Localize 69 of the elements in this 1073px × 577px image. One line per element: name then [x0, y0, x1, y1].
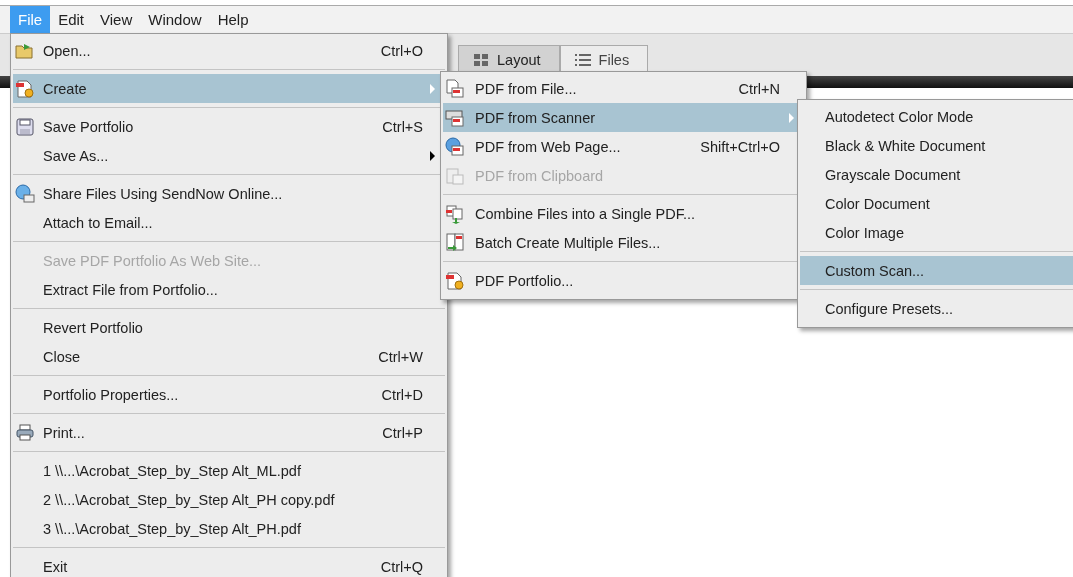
menu-item[interactable]: 2 \\...\Acrobat_Step_by_Step Alt_PH copy.pdf — [13, 485, 445, 514]
menu-item-label: PDF from Scanner — [475, 109, 596, 126]
menu-item-label: Color Image — [825, 224, 904, 241]
menu-item-label: Attach to Email... — [43, 214, 153, 231]
globe-document-icon — [445, 136, 465, 157]
menu-item-label: 1 \\...\Acrobat_Step_by_Step Alt_ML.pdf — [43, 462, 301, 479]
menu-item-label: Revert Portfolio — [43, 319, 143, 336]
shortcut-text: Ctrl+N — [738, 80, 780, 97]
globe-envelope-icon — [15, 183, 35, 204]
shortcut-text: Ctrl+S — [382, 118, 423, 135]
shortcut-text: Ctrl+D — [381, 386, 423, 403]
menu-item-label: Custom Scan... — [825, 262, 925, 279]
shortcut-text: Ctrl+P — [382, 424, 423, 441]
menu-bar-item[interactable]: Help — [209, 6, 257, 33]
menu-item-label: Grayscale Document — [825, 166, 961, 183]
menu-item[interactable]: Print... Ctrl+P — [13, 418, 445, 447]
menu-item-label: Configure Presets... — [825, 300, 954, 317]
document-star-icon — [15, 78, 35, 99]
shortcut-text: Ctrl+W — [378, 348, 423, 365]
document-star-icon — [445, 270, 465, 291]
combine-documents-icon — [445, 203, 465, 224]
menu-item-label: Color Document — [825, 195, 930, 212]
menu-item-label: Create — [43, 80, 87, 97]
menu-item[interactable]: Close Ctrl+W — [13, 342, 445, 371]
shortcut-text: Ctrl+Q — [380, 558, 423, 575]
menu-item[interactable]: 3 \\...\Acrobat_Step_by_Step Alt_PH.pdf — [13, 514, 445, 543]
menu-item[interactable]: 1 \\...\Acrobat_Step_by_Step Alt_ML.pdf — [13, 456, 445, 485]
menu-item-label: Extract File from Portfolio... — [43, 281, 218, 298]
menu-item[interactable]: Exit Ctrl+Q — [13, 552, 445, 577]
menu-item-label: PDF from File... — [475, 80, 577, 97]
shortcut-text: Shift+Ctrl+O — [700, 138, 780, 155]
list-icon — [574, 52, 591, 67]
shortcut-text: Ctrl+O — [380, 42, 423, 59]
menu-item[interactable]: Revert Portfolio — [13, 313, 445, 342]
menu-item-label: PDF from Web Page... — [475, 138, 621, 155]
menu-item[interactable]: PDF from File... Ctrl+N — [443, 74, 804, 103]
scanner-icon — [445, 107, 465, 128]
document-icon — [445, 78, 465, 99]
menu-item-label: 2 \\...\Acrobat_Step_by_Step Alt_PH copy.pdf — [43, 491, 335, 508]
menu-item-label: Autodetect Color Mode — [825, 108, 974, 125]
menu-item-label: Combine Files into a Single PDF... — [475, 205, 695, 222]
menu-item-label: PDF Portfolio... — [475, 272, 574, 289]
menu-item[interactable]: Open... Ctrl+O — [13, 36, 445, 65]
menu-item[interactable]: Share Files Using SendNow Online... — [13, 179, 445, 208]
menu-item[interactable]: Portfolio Properties... Ctrl+D — [13, 380, 445, 409]
menu-item[interactable]: Save As... — [13, 141, 445, 170]
menu-bar-item[interactable]: Window — [140, 6, 210, 33]
menu-item-label: Save Portfolio — [43, 118, 134, 135]
menu-item-label: Print... — [43, 424, 85, 441]
menu-item-label: Open... — [43, 42, 91, 59]
printer-icon — [15, 422, 35, 443]
menu-item[interactable]: Save Portfolio Ctrl+S — [13, 112, 445, 141]
grid-icon — [473, 52, 489, 67]
menu-item-label: Black & White Document — [825, 137, 986, 154]
menu-item-label: Batch Create Multiple Files... — [475, 234, 661, 251]
menu-item-label: Close — [43, 348, 81, 365]
menu-item-label: Save As... — [43, 147, 109, 164]
menu-bar-item[interactable]: View — [92, 6, 141, 33]
clipboard-icon — [445, 165, 465, 186]
menu-item-label: Save PDF Portfolio As Web Site... — [43, 252, 262, 269]
menu-item-label: Portfolio Properties... — [43, 386, 179, 403]
menu-item-label: Share Files Using SendNow Online... — [43, 185, 283, 202]
batch-documents-icon — [445, 232, 465, 253]
menu-item-label: 3 \\...\Acrobat_Step_by_Step Alt_PH.pdf — [43, 520, 301, 537]
menu-item[interactable]: Custom Scan... — [800, 256, 1073, 285]
menu-item-label: PDF from Clipboard — [475, 167, 604, 184]
menu-item-label: Exit — [43, 558, 68, 575]
menu-item[interactable]: Configure Presets... — [800, 294, 1073, 323]
menu-bar-item[interactable]: Edit — [50, 6, 93, 33]
